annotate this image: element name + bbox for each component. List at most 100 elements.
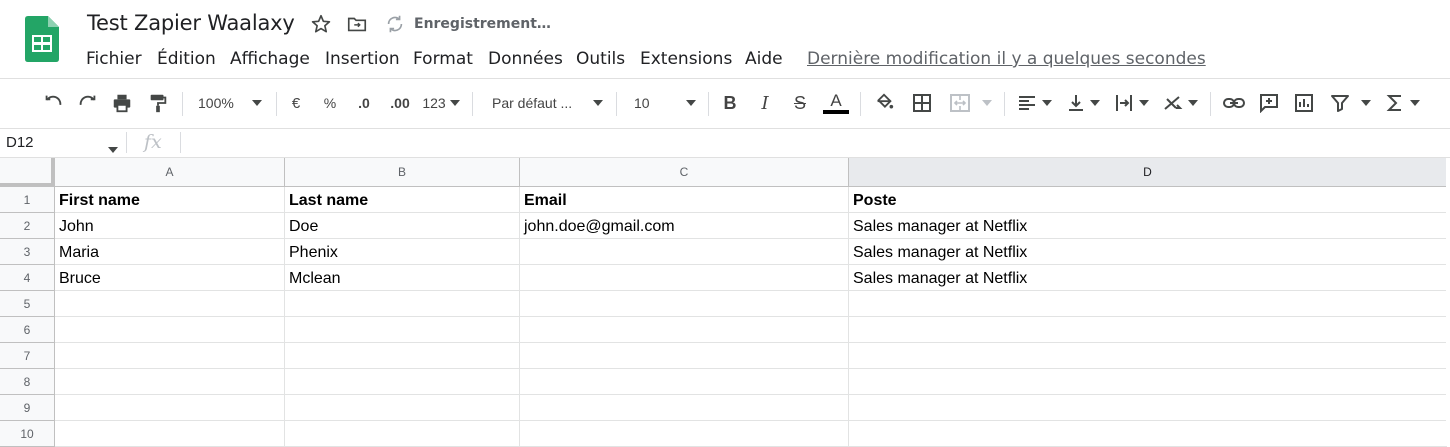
wrap-dropdown-icon[interactable] (1138, 91, 1150, 115)
menu-affichage[interactable]: Affichage (230, 49, 310, 69)
cell-b3[interactable]: Phenix (285, 239, 520, 265)
menu-outils[interactable]: Outils (576, 49, 625, 69)
insert-comment-icon[interactable] (1257, 91, 1281, 115)
menu-edition[interactable]: Édition (157, 49, 216, 69)
cell-d5[interactable] (849, 291, 1447, 317)
functions-icon[interactable] (1384, 91, 1406, 115)
borders-icon[interactable] (910, 91, 934, 115)
italic-button[interactable]: I (754, 91, 776, 115)
move-folder-icon[interactable] (346, 13, 368, 35)
row-header-2[interactable]: 2 (0, 213, 55, 239)
cell-b8[interactable] (285, 369, 520, 395)
font-dropdown-icon[interactable] (591, 91, 605, 115)
percent-format-button[interactable]: % (321, 91, 339, 115)
row-header-5[interactable]: 5 (0, 291, 55, 317)
column-header-b[interactable]: B (285, 158, 520, 187)
cell-b9[interactable] (285, 395, 520, 421)
cell-c9[interactable] (520, 395, 849, 421)
cell-b2[interactable]: Doe (285, 213, 520, 239)
more-formats-dropdown-icon[interactable] (449, 91, 461, 115)
rotation-dropdown-icon[interactable] (1187, 91, 1199, 115)
menu-donnees[interactable]: Données (488, 49, 563, 69)
redo-icon[interactable] (75, 91, 101, 115)
menu-insertion[interactable]: Insertion (325, 49, 400, 69)
cell-d3[interactable]: Sales manager at Netflix (849, 239, 1447, 265)
filter-icon[interactable] (1328, 91, 1352, 115)
menu-fichier[interactable]: Fichier (86, 49, 142, 69)
row-header-6[interactable]: 6 (0, 317, 55, 343)
cell-b1[interactable]: Last name (285, 187, 520, 213)
text-color-button[interactable]: A (822, 91, 850, 115)
vertical-scrollbar[interactable] (1446, 158, 1450, 446)
cell-c2[interactable]: john.doe@gmail.com (520, 213, 849, 239)
cell-d2[interactable]: Sales manager at Netflix (849, 213, 1447, 239)
cell-a6[interactable] (55, 317, 285, 343)
cell-d8[interactable] (849, 369, 1447, 395)
horizontal-align-icon[interactable] (1014, 91, 1040, 115)
menu-aide[interactable]: Aide (745, 49, 783, 69)
cell-c8[interactable] (520, 369, 849, 395)
cell-a5[interactable] (55, 291, 285, 317)
row-header-10[interactable]: 10 (0, 421, 55, 447)
vertical-align-icon[interactable] (1064, 91, 1088, 115)
halign-dropdown-icon[interactable] (1041, 91, 1053, 115)
paint-format-icon[interactable] (145, 91, 171, 115)
fill-color-icon[interactable] (872, 91, 896, 115)
cell-a1[interactable]: First name (55, 187, 285, 213)
select-all-corner[interactable] (0, 158, 55, 187)
menu-extensions[interactable]: Extensions (640, 49, 732, 69)
cell-d10[interactable] (849, 421, 1447, 447)
cell-a10[interactable] (55, 421, 285, 447)
menu-format[interactable]: Format (413, 49, 473, 69)
row-header-7[interactable]: 7 (0, 343, 55, 369)
name-box-dropdown-icon[interactable] (108, 140, 118, 158)
cell-a3[interactable]: Maria (55, 239, 285, 265)
column-header-c[interactable]: C (520, 158, 849, 187)
decrease-decimals-button[interactable]: .0 (353, 91, 375, 115)
cell-b10[interactable] (285, 421, 520, 447)
row-header-1[interactable]: 1 (0, 187, 55, 213)
cell-d7[interactable] (849, 343, 1447, 369)
undo-icon[interactable] (40, 91, 66, 115)
cell-c4[interactable] (520, 265, 849, 291)
cell-c3[interactable] (520, 239, 849, 265)
name-box[interactable]: D12 (6, 134, 34, 151)
cell-a2[interactable]: John (55, 213, 285, 239)
text-wrap-icon[interactable] (1112, 91, 1136, 115)
column-header-a[interactable]: A (55, 158, 285, 187)
valign-dropdown-icon[interactable] (1089, 91, 1101, 115)
cell-b5[interactable] (285, 291, 520, 317)
cell-a8[interactable] (55, 369, 285, 395)
cell-c1[interactable]: Email (520, 187, 849, 213)
cell-c6[interactable] (520, 317, 849, 343)
bold-button[interactable]: B (719, 91, 741, 115)
font-size-dropdown-icon[interactable] (684, 91, 698, 115)
cell-b6[interactable] (285, 317, 520, 343)
currency-format-button[interactable]: € (287, 91, 305, 115)
cell-a4[interactable]: Bruce (55, 265, 285, 291)
insert-link-icon[interactable] (1221, 91, 1247, 115)
cell-d6[interactable] (849, 317, 1447, 343)
cell-b4[interactable]: Mclean (285, 265, 520, 291)
sheets-logo-icon[interactable] (25, 16, 59, 62)
cell-d9[interactable] (849, 395, 1447, 421)
print-icon[interactable] (109, 91, 135, 115)
filter-dropdown-icon[interactable] (1360, 91, 1372, 115)
font-family-select[interactable]: Par défaut ... (492, 91, 582, 115)
insert-chart-icon[interactable] (1292, 91, 1316, 115)
row-header-8[interactable]: 8 (0, 369, 55, 395)
cell-b7[interactable] (285, 343, 520, 369)
cell-d1[interactable]: Poste (849, 187, 1447, 213)
increase-decimals-button[interactable]: .00 (386, 91, 414, 115)
functions-dropdown-icon[interactable] (1409, 91, 1421, 115)
column-header-d[interactable]: D (849, 158, 1447, 187)
star-icon[interactable] (310, 13, 332, 35)
cell-a9[interactable] (55, 395, 285, 421)
row-header-3[interactable]: 3 (0, 239, 55, 265)
last-modified-link[interactable]: Dernière modification il y a quelques se… (807, 49, 1206, 69)
cell-a7[interactable] (55, 343, 285, 369)
cell-d4[interactable]: Sales manager at Netflix (849, 265, 1447, 291)
cell-c7[interactable] (520, 343, 849, 369)
cell-c5[interactable] (520, 291, 849, 317)
zoom-dropdown-icon[interactable] (250, 91, 264, 115)
